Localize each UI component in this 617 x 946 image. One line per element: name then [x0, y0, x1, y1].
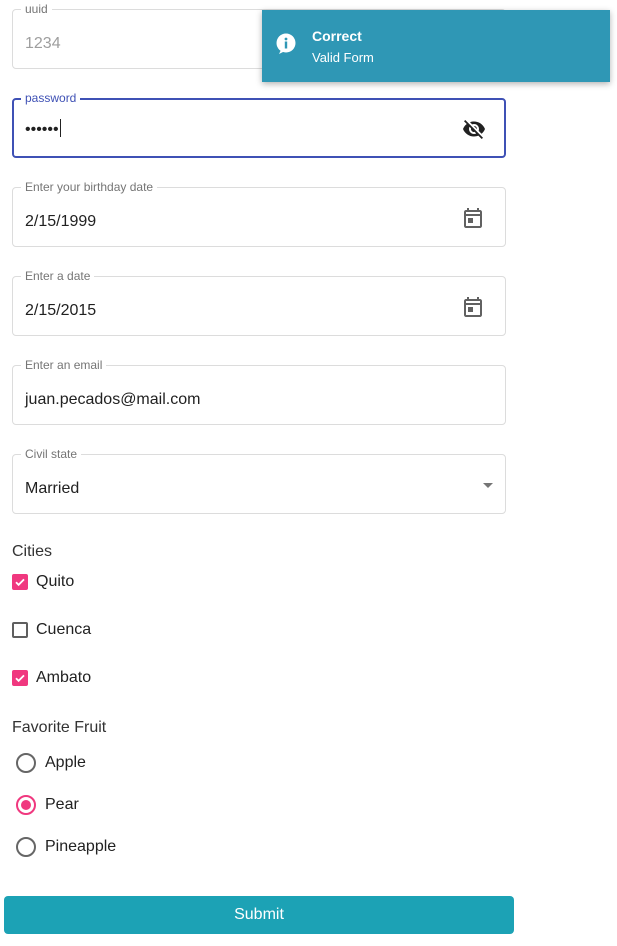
checkbox-ambato[interactable]: Ambato — [12, 668, 91, 688]
radio-unchecked-icon[interactable] — [16, 837, 36, 857]
checkbox-checked-icon[interactable] — [12, 574, 28, 590]
submit-button[interactable]: Submit — [4, 896, 514, 934]
calendar-icon[interactable] — [461, 206, 485, 230]
password-value: •••••• — [25, 119, 61, 138]
checkbox-label: Cuenca — [36, 621, 92, 638]
checkbox-unchecked-icon[interactable] — [12, 622, 28, 638]
date-field[interactable]: Enter a date 2/15/2015 — [12, 269, 506, 336]
fruit-title: Favorite Fruit — [12, 719, 107, 736]
visibility-off-icon[interactable] — [462, 117, 486, 141]
civil-state-value: Married — [25, 480, 80, 497]
cities-title: Cities — [12, 543, 53, 560]
birthday-value: 2/15/1999 — [25, 213, 97, 230]
password-field[interactable]: password •••••• — [12, 91, 506, 158]
radio-label: Apple — [45, 754, 86, 771]
uuid-label: uuid — [21, 2, 52, 16]
email-label: Enter an email — [21, 358, 107, 372]
date-value: 2/15/2015 — [25, 302, 97, 319]
radio-label: Pineapple — [45, 838, 117, 855]
calendar-icon[interactable] — [461, 295, 485, 319]
email-value: juan.pecados@mail.com — [25, 391, 201, 408]
radio-pear[interactable]: Pear — [16, 794, 79, 816]
radio-checked-icon[interactable] — [16, 795, 36, 815]
checkbox-quito[interactable]: Quito — [12, 572, 74, 592]
toast-notification[interactable]: Correct Valid Form — [262, 10, 610, 82]
civil-state-select[interactable]: Civil state Married — [12, 447, 506, 514]
radio-pineapple[interactable]: Pineapple — [16, 836, 116, 858]
birthday-label: Enter your birthday date — [21, 180, 158, 194]
chevron-down-icon[interactable] — [483, 483, 493, 488]
toast-title: Correct — [312, 28, 362, 44]
birthday-field[interactable]: Enter your birthday date 2/15/1999 — [12, 180, 506, 247]
checkbox-cuenca[interactable]: Cuenca — [12, 620, 91, 640]
password-label: password — [21, 91, 81, 105]
date-label: Enter a date — [21, 269, 95, 283]
toast-message: Valid Form — [312, 50, 374, 65]
radio-apple[interactable]: Apple — [16, 752, 86, 774]
info-icon — [275, 33, 297, 55]
checkbox-label: Ambato — [36, 669, 92, 686]
checkbox-label: Quito — [36, 573, 75, 590]
radio-label: Pear — [45, 796, 79, 813]
civil-state-label: Civil state — [21, 447, 82, 461]
radio-unchecked-icon[interactable] — [16, 753, 36, 773]
email-field[interactable]: Enter an email juan.pecados@mail.com — [12, 358, 506, 425]
checkbox-checked-icon[interactable] — [12, 670, 28, 686]
uuid-value: 1234 — [25, 35, 61, 52]
